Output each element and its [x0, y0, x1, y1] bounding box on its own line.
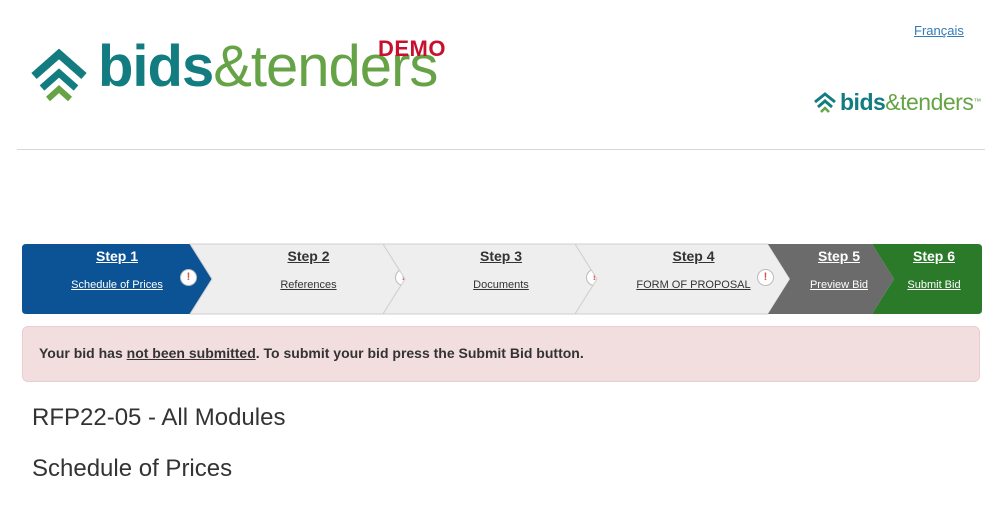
bid-status-alert: Your bid has not been submitted. To subm…: [22, 326, 980, 382]
not-submitted-emphasis: not been submitted: [126, 345, 256, 361]
house-chevron-small-icon: [814, 92, 836, 113]
house-chevron-logo-icon: [31, 48, 87, 102]
bids-and-tenders-logo: bids&tenders DEMO: [28, 34, 458, 104]
step-6-label[interactable]: Submit Bid: [872, 279, 982, 291]
step-1-schedule-of-prices[interactable]: Step 1 Schedule of Prices !: [22, 244, 212, 314]
section-title: Schedule of Prices: [32, 455, 233, 482]
step-3-title[interactable]: Step 3: [383, 248, 597, 264]
step-6-title[interactable]: Step 6: [872, 248, 982, 264]
step-4-form-of-proposal[interactable]: Step 4 FORM OF PROPOSAL !: [574, 243, 791, 315]
small-logo-wordmark: bids&tenders™: [840, 89, 981, 115]
rfp-title: RFP22-05 - All Modules: [32, 404, 286, 431]
header-divider: [17, 149, 985, 150]
step-2-title[interactable]: Step 2: [190, 248, 405, 264]
language-toggle-link[interactable]: Français: [914, 23, 964, 38]
step-2-references[interactable]: Step 2 References !: [189, 243, 412, 315]
step-3-label[interactable]: Documents: [383, 279, 597, 291]
bids-and-tenders-small-logo: bids&tenders™: [813, 88, 988, 116]
step-3-documents[interactable]: Step 3 Documents !: [382, 243, 603, 315]
step-4-title[interactable]: Step 4: [575, 248, 790, 264]
bid-steps-wizard: Step 1 Schedule of Prices ! Step 2 Refer…: [22, 243, 982, 315]
step-6-submit-bid[interactable]: Step 6 Submit Bid: [872, 244, 982, 314]
step-1-title[interactable]: Step 1: [22, 248, 212, 264]
bid-status-message: Your bid has not been submitted. To subm…: [39, 345, 584, 361]
step-2-label[interactable]: References: [190, 279, 405, 291]
demo-label: DEMO: [378, 36, 446, 61]
